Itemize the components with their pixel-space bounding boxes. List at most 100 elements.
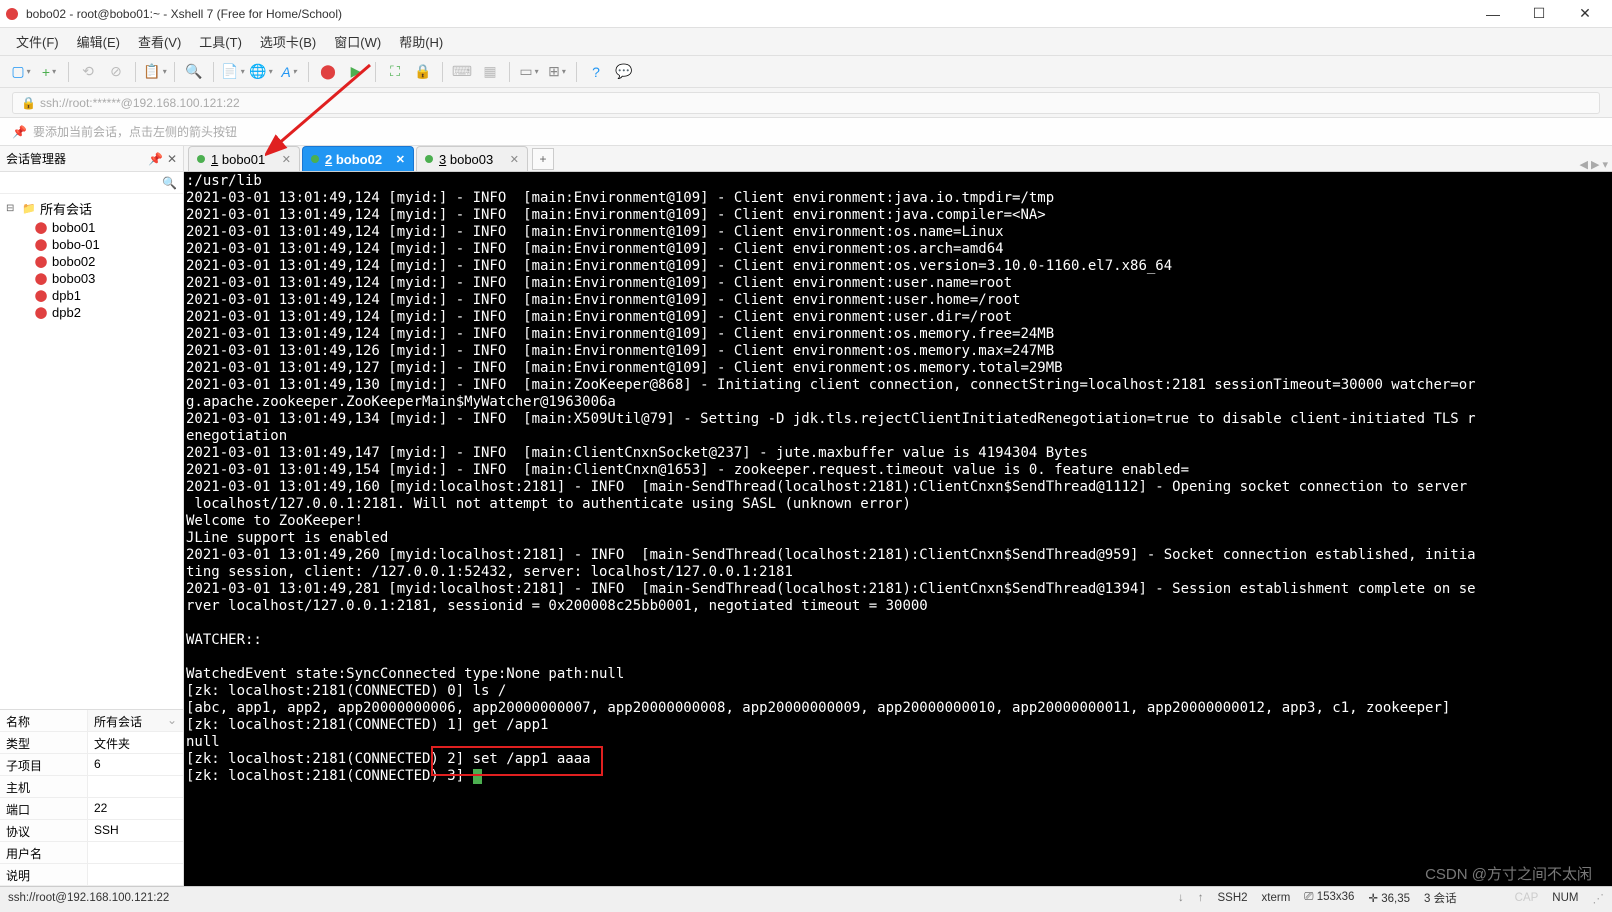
lock-button[interactable]: 🔒 (412, 61, 434, 83)
tab-close-button[interactable]: ✕ (282, 153, 291, 166)
separator (135, 62, 136, 82)
properties-panel: 名称所有会话 ⌄ 类型文件夹 子项目6 主机 端口22 协议SSH 用户名 说明 (0, 709, 183, 886)
prop-value (88, 776, 183, 797)
tab-add-button[interactable]: + (532, 148, 554, 170)
menu-tools[interactable]: 工具(T) (191, 28, 250, 55)
session-icon: ⬤ (34, 221, 48, 235)
prop-value: SSH (88, 820, 183, 841)
prop-value: 22 (88, 798, 183, 819)
prop-label: 用户名 (0, 842, 88, 863)
help-button[interactable]: ? (585, 61, 607, 83)
net-down-icon: ↓ (1178, 892, 1184, 904)
resize-grip-icon: ⋰ (1593, 891, 1605, 905)
tab-bobo02[interactable]: 2 bobo02 ✕ (302, 146, 414, 171)
prop-label: 端口 (0, 798, 88, 819)
status-term: xterm (1262, 892, 1291, 904)
close-button[interactable]: ✕ (1562, 0, 1608, 28)
menu-window[interactable]: 窗口(W) (326, 28, 389, 55)
status-bar: ssh://root@192.168.100.121:22 ↓ ↑ SSH2 x… (0, 886, 1612, 908)
separator (213, 62, 214, 82)
tree-root[interactable]: ⊟ 📁 所有会话 (2, 198, 181, 219)
session-icon: ⬤ (34, 255, 48, 269)
session-label: dpb1 (52, 288, 81, 303)
status-num: NUM (1552, 892, 1578, 904)
tab-close-button[interactable]: ✕ (396, 153, 405, 166)
tab-close-button[interactable]: ✕ (510, 153, 519, 166)
close-panel-button[interactable]: ✕ (167, 152, 177, 166)
new-session-button[interactable]: ▢ (10, 61, 32, 83)
prop-label: 说明 (0, 864, 88, 885)
sidebar-search[interactable]: 🔍 (0, 172, 183, 194)
pin-icon[interactable]: 📌 (12, 125, 27, 139)
menu-edit[interactable]: 编辑(E) (69, 28, 128, 55)
toolbar: ▢ + ⟲ ⊘ 📋 🔍 📄 🌐 A ⬤ ▶ ⛶ 🔒 ⌨ ▦ ▭ ⊞ ? 💬 (0, 56, 1612, 88)
prop-value (88, 842, 183, 863)
disconnect-button[interactable]: ⊘ (105, 61, 127, 83)
reconnect-button[interactable]: ⟲ (77, 61, 99, 83)
menu-help[interactable]: 帮助(H) (391, 28, 451, 55)
font-button[interactable]: A (278, 61, 300, 83)
record-button[interactable]: ⬤ (317, 61, 339, 83)
session-item[interactable]: ⬤ bobo-01 (2, 236, 181, 253)
chat-button[interactable]: 💬 (613, 61, 635, 83)
separator (308, 62, 309, 82)
session-icon: ⬤ (34, 272, 48, 286)
copy-button[interactable]: 📋 (144, 61, 166, 83)
separator (68, 62, 69, 82)
prop-value: 所有会话 ⌄ (88, 710, 183, 731)
session-label: bobo-01 (52, 237, 100, 252)
fullscreen-button[interactable]: ⛶ (384, 61, 406, 83)
window-title: bobo02 - root@bobo01:~ - Xshell 7 (Free … (26, 7, 1470, 21)
separator (576, 62, 577, 82)
session-tree[interactable]: ⊟ 📁 所有会话 ⬤ bobo01 ⬤ bobo-01 ⬤ bobo02 ⬤ bobo0… (0, 194, 183, 709)
net-up-icon: ↑ (1198, 892, 1204, 904)
session-icon: ⬤ (34, 306, 48, 320)
minimize-button[interactable]: — (1470, 0, 1516, 28)
globe-button[interactable]: 🌐 (250, 61, 272, 83)
separator (174, 62, 175, 82)
pin-button[interactable]: 📌 (148, 152, 163, 166)
session-label: bobo01 (52, 220, 95, 235)
prop-value (88, 864, 183, 885)
panel-button[interactable]: ▦ (479, 61, 501, 83)
play-button[interactable]: ▶ (345, 61, 367, 83)
prop-label: 协议 (0, 820, 88, 841)
app-icon (4, 6, 20, 22)
open-button[interactable]: + (38, 61, 60, 83)
lock-icon: 🔒 (21, 96, 36, 110)
session-item[interactable]: ⬤dpb2 (2, 304, 181, 321)
menu-bar: 文件(F) 编辑(E) 查看(V) 工具(T) 选项卡(B) 窗口(W) 帮助(… (0, 28, 1612, 56)
menu-tabs[interactable]: 选项卡(B) (252, 28, 324, 55)
session-icon: ⬤ (34, 289, 48, 303)
maximize-button[interactable]: ☐ (1516, 0, 1562, 28)
paste-button[interactable]: 📄 (222, 61, 244, 83)
tab-bobo01[interactable]: 1 bobo01 ✕ (188, 146, 300, 171)
terminal-output[interactable]: :/usr/lib 2021-03-01 13:01:49,124 [myid:… (184, 172, 1612, 886)
status-caps: CAP (1515, 892, 1539, 904)
session-item[interactable]: ⬤ bobo01 (2, 219, 181, 236)
tab-bobo03[interactable]: 3 bobo03 ✕ (416, 146, 528, 171)
menu-file[interactable]: 文件(F) (8, 28, 67, 55)
status-size: ⎚ 153x36 (1304, 891, 1354, 904)
session-sidebar: 会话管理器 📌 ✕ 🔍 ⊟ 📁 所有会话 ⬤bobo01 ⬤bobo-01 ⬤b… (0, 146, 184, 886)
session-label: bobo03 (52, 271, 95, 286)
layout-button[interactable]: ▭ (518, 61, 540, 83)
address-value: ssh://root:******@192.168.100.121:22 (40, 96, 240, 110)
content-area: 1 bobo01 ✕ 2 bobo02 ✕ 3 bobo03 ✕ + ◀ ▶ ▾… (184, 146, 1612, 886)
session-item[interactable]: ⬤ bobo02 (2, 253, 181, 270)
session-icon: ⬤ (34, 238, 48, 252)
expander-icon[interactable]: ⊟ (6, 203, 18, 214)
session-item[interactable]: ⬤ bobo03 (2, 270, 181, 287)
session-label: bobo02 (52, 254, 95, 269)
address-bar: 🔒 ssh://root:******@192.168.100.121:22 (0, 88, 1612, 118)
hint-text: 要添加当前会话，点击左侧的箭头按钮 (33, 123, 237, 140)
hint-bar: 📌 要添加当前会话，点击左侧的箭头按钮 (0, 118, 1612, 146)
session-item[interactable]: ⬤ dpb1 (2, 287, 181, 304)
grid-button[interactable]: ⊞ (546, 61, 568, 83)
search-button[interactable]: 🔍 (183, 61, 205, 83)
tab-bar: 1 bobo01 ✕ 2 bobo02 ✕ 3 bobo03 ✕ + ◀ ▶ ▾ (184, 146, 1612, 172)
menu-view[interactable]: 查看(V) (130, 28, 189, 55)
keyboard-button[interactable]: ⌨ (451, 61, 473, 83)
address-input[interactable]: 🔒 ssh://root:******@192.168.100.121:22 (12, 92, 1600, 114)
tab-nav[interactable]: ◀ ▶ ▾ (1579, 158, 1608, 171)
